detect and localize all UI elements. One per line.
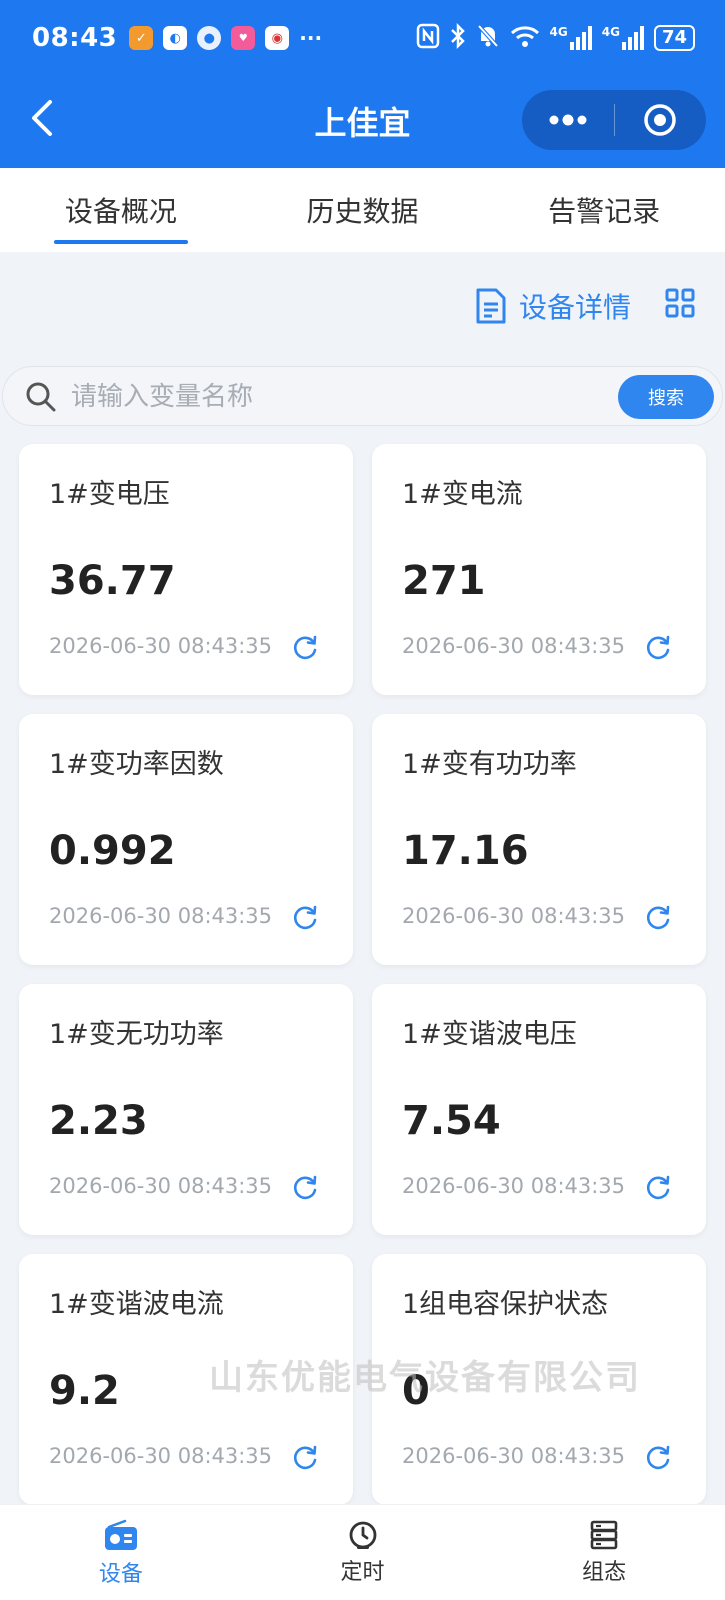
variable-card[interactable]: 1#变谐波电压 7.54 2026-06-30 08:43:35 — [372, 984, 706, 1235]
device-detail-label: 设备详情 — [518, 291, 631, 324]
status-bar: 08:43 ✓ ◐ ● ♥ ◉ ··· 4G 4G 74 — [0, 0, 725, 76]
grid-view-button[interactable] — [665, 288, 695, 325]
server-stack-icon — [590, 1520, 618, 1549]
card-title: 1#变谐波电流 — [49, 1289, 224, 1320]
nav-bar: 上佳宜 — [0, 76, 725, 168]
refresh-icon[interactable] — [644, 1444, 672, 1472]
card-timestamp: 2026-06-30 08:43:35 — [402, 634, 626, 658]
refresh-icon[interactable] — [644, 904, 672, 932]
company-watermark: 山东优能电气设备有限公司 — [209, 1358, 641, 1398]
variable-card[interactable]: 1#变无功功率 2.23 2026-06-30 08:43:35 — [19, 984, 353, 1235]
bottom-nav-timer[interactable]: 定时 — [242, 1505, 484, 1600]
variable-card[interactable]: 1#变电流 271 2026-06-30 08:43:35 — [372, 444, 706, 695]
tab-history-data[interactable]: 历史数据 — [242, 168, 484, 252]
card-timestamp: 2026-06-30 08:43:35 — [49, 1444, 273, 1468]
variable-card[interactable]: 1#变有功功率 17.16 2026-06-30 08:43:35 — [372, 714, 706, 965]
signal-4g-icon: 4G — [550, 26, 592, 50]
card-timestamp: 2026-06-30 08:43:35 — [402, 1444, 626, 1468]
status-time: 08:43 — [32, 23, 118, 53]
card-value: 2.23 — [49, 1098, 148, 1144]
bottom-nav-device[interactable]: 设备 — [0, 1505, 242, 1600]
nfc-icon — [416, 23, 440, 54]
card-value: 271 — [402, 558, 486, 604]
app-notification-icon: ♥ — [231, 26, 256, 50]
refresh-icon[interactable] — [291, 1444, 319, 1472]
card-title: 1#变功率因数 — [49, 749, 224, 780]
card-timestamp: 2026-06-30 08:43:35 — [402, 1174, 626, 1198]
bottom-nav-device-label: 设备 — [98, 1561, 143, 1587]
card-timestamp: 2026-06-30 08:43:35 — [402, 904, 626, 928]
mute-bell-icon — [476, 23, 500, 54]
app-notification-icon: ● — [197, 26, 222, 50]
close-miniprogram-button[interactable] — [615, 90, 707, 150]
grid-icon — [665, 288, 695, 317]
radio-device-icon — [104, 1519, 137, 1550]
battery-indicator: 74 — [653, 25, 695, 51]
tab-bar: 设备概况 历史数据 告警记录 — [0, 168, 725, 252]
refresh-icon[interactable] — [291, 904, 319, 932]
status-indicators: 4G 4G 74 — [416, 22, 695, 54]
refresh-icon[interactable] — [644, 1174, 672, 1202]
target-circle-icon — [644, 104, 676, 136]
signal-4g-icon: 4G — [602, 26, 644, 50]
wifi-icon — [510, 24, 540, 53]
tab-device-overview[interactable]: 设备概况 — [0, 168, 242, 252]
document-icon — [476, 288, 506, 324]
more-dots-icon — [549, 114, 587, 126]
search-input[interactable] — [71, 377, 591, 417]
card-value: 0.992 — [49, 828, 176, 874]
card-value: 36.77 — [49, 558, 176, 604]
bottom-nav-timer-label: 定时 — [340, 1559, 385, 1585]
card-title: 1#变无功功率 — [49, 1019, 224, 1050]
tab-alarm-records[interactable]: 告警记录 — [483, 168, 725, 252]
card-value: 17.16 — [402, 828, 529, 874]
bottom-nav: 设备 定时 组态 — [0, 1504, 725, 1600]
bluetooth-icon — [450, 22, 466, 54]
variable-card-grid: 1#变电压 36.77 2026-06-30 08:43:35 1#变电流 27… — [19, 444, 706, 1505]
variable-card[interactable]: 1#变电压 36.77 2026-06-30 08:43:35 — [19, 444, 353, 695]
bottom-nav-scada-label: 组态 — [582, 1559, 627, 1585]
card-title: 1#变电流 — [402, 479, 523, 510]
refresh-icon[interactable] — [644, 634, 672, 662]
card-timestamp: 2026-06-30 08:43:35 — [49, 904, 273, 928]
card-title: 1#变有功功率 — [402, 749, 577, 780]
card-value: 9.2 — [49, 1368, 120, 1414]
variable-card[interactable]: 1#变功率因数 0.992 2026-06-30 08:43:35 — [19, 714, 353, 965]
status-app-icons: ✓ ◐ ● ♥ ◉ ··· — [129, 26, 322, 50]
search-bar: 搜索 — [2, 366, 723, 426]
timer-icon — [349, 1521, 376, 1549]
app-notification-icon: ◐ — [163, 26, 188, 50]
more-notifications-icon: ··· — [299, 26, 323, 50]
bottom-nav-scada[interactable]: 组态 — [483, 1505, 725, 1600]
card-value: 7.54 — [402, 1098, 501, 1144]
app-notification-icon: ✓ — [129, 26, 154, 50]
refresh-icon[interactable] — [291, 634, 319, 662]
card-timestamp: 2026-06-30 08:43:35 — [49, 1174, 273, 1198]
app-header: 08:43 ✓ ◐ ● ♥ ◉ ··· 4G 4G 74 上佳宜 — [0, 0, 725, 168]
refresh-icon[interactable] — [291, 1174, 319, 1202]
search-icon — [26, 382, 56, 412]
card-title: 1组电容保护状态 — [402, 1289, 609, 1320]
card-title: 1#变电压 — [49, 479, 170, 510]
more-menu-button[interactable] — [522, 90, 614, 150]
card-title: 1#变谐波电压 — [402, 1019, 577, 1050]
device-detail-link[interactable]: 设备详情 — [475, 286, 631, 326]
card-timestamp: 2026-06-30 08:43:35 — [49, 634, 273, 658]
search-button[interactable]: 搜索 — [618, 375, 714, 419]
miniprogram-capsule — [522, 90, 706, 150]
app-notification-icon: ◉ — [265, 26, 290, 50]
device-detail-row: 设备详情 — [475, 286, 695, 326]
